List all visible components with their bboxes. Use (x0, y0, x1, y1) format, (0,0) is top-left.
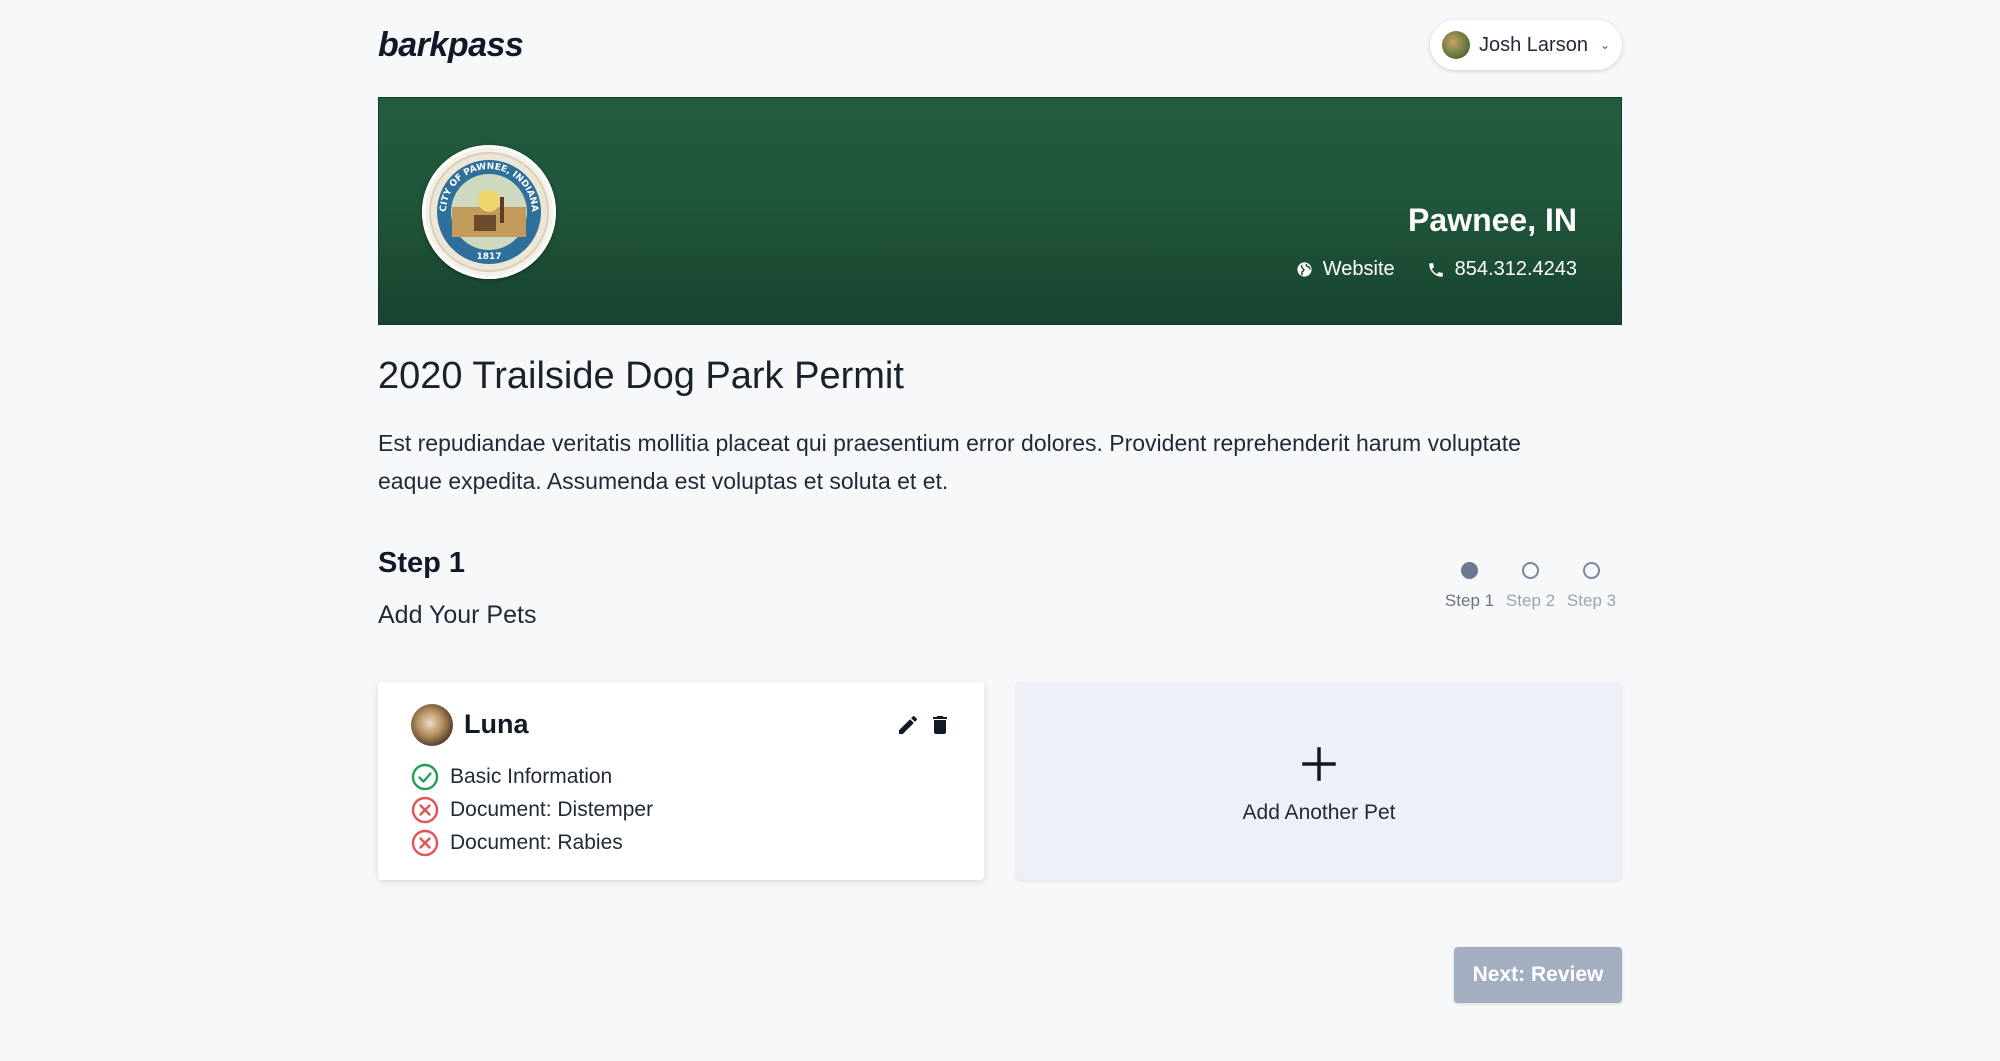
step-dot (1583, 562, 1600, 579)
seal-year: 1817 (476, 252, 501, 262)
stepper-item-3[interactable]: Step 3 (1561, 560, 1622, 611)
trash-icon[interactable] (928, 713, 952, 737)
checklist-label: Document: Rabies (450, 830, 623, 854)
checklist-item: Basic Information (411, 760, 653, 793)
step-label: Step 1 (1444, 591, 1495, 610)
x-circle-icon (411, 796, 439, 823)
pet-avatar (411, 704, 453, 746)
permit-description: Est repudiandae veritatis mollitia place… (378, 430, 1521, 494)
checklist-item: Document: Distemper (411, 793, 653, 826)
pet-actions (888, 713, 952, 737)
checklist-label: Basic Information (450, 764, 613, 788)
stepper: Step 1 Step 2 Step 3 (1439, 560, 1622, 611)
user-menu[interactable]: Josh Larson ⌄ (1430, 20, 1622, 70)
x-circle-icon (411, 829, 439, 856)
app-logo[interactable]: barkpass (378, 26, 524, 65)
step-dot (1522, 562, 1539, 579)
plus-icon (1302, 747, 1336, 781)
phone-icon (1428, 262, 1443, 277)
chevron-down-icon: ⌄ (1599, 38, 1610, 52)
pet-card: Luna Basic Information Document: Distemp… (378, 682, 984, 880)
next-review-button[interactable]: Next: Review (1454, 947, 1622, 1003)
pet-checklist: Basic Information Document: Distemper Do… (411, 760, 653, 859)
page-container: barkpass Josh Larson ⌄ CITY OF PAWNEE, I… (378, 0, 1622, 1061)
check-circle-icon (411, 763, 439, 790)
pet-name: Luna (464, 709, 529, 739)
municipality-banner: CITY OF PAWNEE, INDIANA 1817 Pawnee, IN … (378, 97, 1622, 325)
website-label: Website (1322, 258, 1395, 280)
user-name: Josh Larson (1479, 33, 1588, 56)
step-label: Step 3 (1566, 591, 1617, 610)
city-seal: CITY OF PAWNEE, INDIANA 1817 (422, 145, 556, 279)
city-name: Pawnee, IN (1408, 202, 1577, 238)
edit-pencil-icon[interactable] (896, 713, 920, 737)
stepper-item-1[interactable]: Step 1 (1439, 560, 1500, 611)
step-subtitle: Add Your Pets (378, 601, 537, 629)
globe-icon (1297, 262, 1312, 277)
add-pet-label: Add Another Pet (1242, 801, 1396, 824)
step-title: Step 1 (378, 547, 466, 579)
permit-title: 2020 Trailside Dog Park Permit (378, 355, 904, 397)
website-link[interactable]: Website (1296, 258, 1395, 281)
checklist-item: Document: Rabies (411, 826, 653, 859)
avatar (1442, 31, 1470, 59)
phone-number: 854.312.4243 (1454, 258, 1577, 280)
add-another-pet-button[interactable]: Add Another Pet (1016, 682, 1622, 880)
checklist-label: Document: Distemper (450, 797, 654, 821)
step-dot (1461, 562, 1478, 579)
phone-link[interactable]: 854.312.4243 (1427, 258, 1577, 281)
contact-row: Website 854.312.4243 (1264, 258, 1577, 281)
step-label: Step 2 (1505, 591, 1556, 610)
stepper-item-2[interactable]: Step 2 (1500, 560, 1561, 611)
